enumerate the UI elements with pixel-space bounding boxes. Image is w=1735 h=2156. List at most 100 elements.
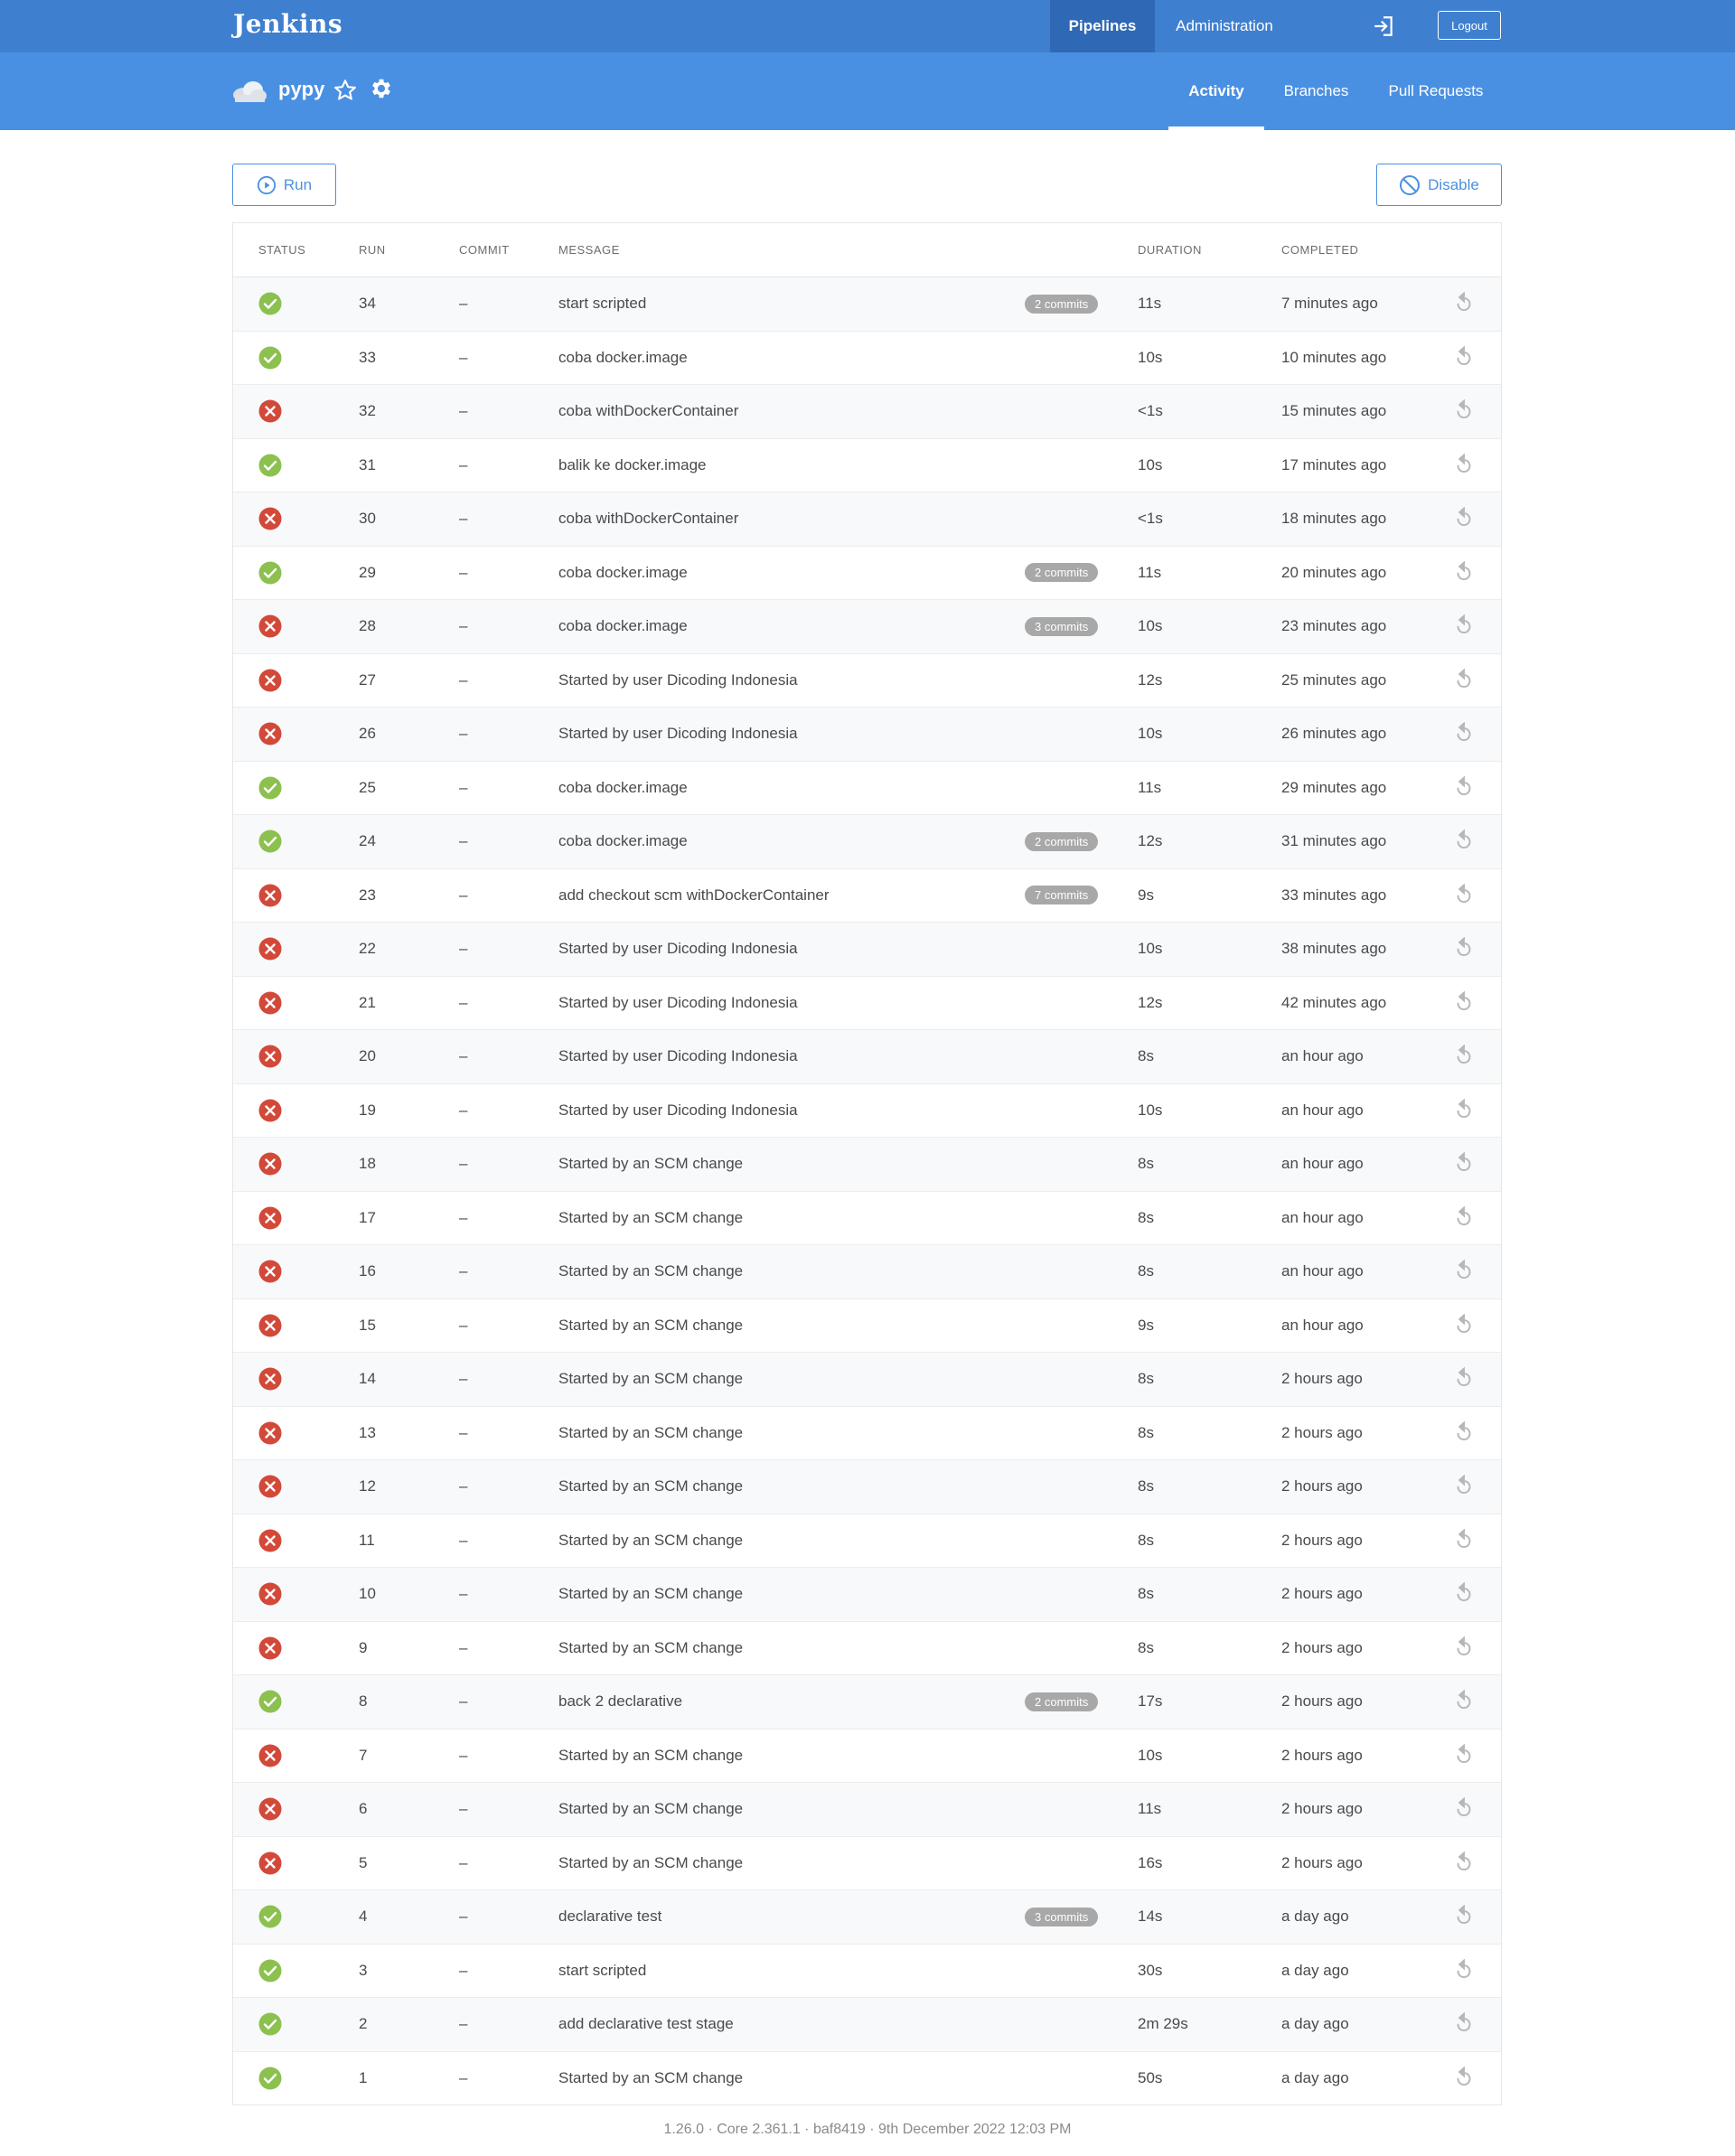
replay-icon[interactable] xyxy=(1452,1945,1476,1998)
replay-icon[interactable] xyxy=(1452,1299,1476,1353)
table-row[interactable]: 3 – start scripted 30s a day ago xyxy=(233,1944,1501,1998)
success-check-icon xyxy=(258,277,283,331)
table-row[interactable]: 9 – Started by an SCM change 8s 2 hours ago xyxy=(233,1621,1501,1675)
replay-icon[interactable] xyxy=(1452,1460,1476,1514)
replay-icon[interactable] xyxy=(1452,600,1476,653)
table-row[interactable]: 14 – Started by an SCM change 8s 2 hours ago xyxy=(233,1353,1501,1407)
replay-icon[interactable] xyxy=(1452,815,1476,868)
table-row[interactable]: 13 – Started by an SCM change 8s 2 hours ago xyxy=(233,1406,1501,1460)
replay-icon[interactable] xyxy=(1452,1675,1476,1729)
table-row[interactable]: 18 – Started by an SCM change 8s an hour ago xyxy=(233,1138,1501,1192)
replay-icon[interactable] xyxy=(1452,1514,1476,1568)
replay-icon[interactable] xyxy=(1452,977,1476,1030)
replay-icon[interactable] xyxy=(1452,1084,1476,1138)
replay-icon[interactable] xyxy=(1452,1245,1476,1298)
run-number: 28 xyxy=(359,617,376,635)
weather-cloudy-icon xyxy=(233,81,267,102)
run-number: 1 xyxy=(359,2068,368,2086)
replay-icon[interactable] xyxy=(1452,1837,1476,1890)
replay-icon[interactable] xyxy=(1452,332,1476,385)
logout-button[interactable]: Logout xyxy=(1438,11,1501,40)
disable-button[interactable]: Disable xyxy=(1376,164,1502,206)
replay-icon[interactable] xyxy=(1452,1568,1476,1621)
run-duration: 9s xyxy=(1138,1316,1154,1334)
table-row[interactable]: 17 – Started by an SCM change 8s an hour ago xyxy=(233,1191,1501,1245)
table-row[interactable]: 26 – Started by user Dicoding Indonesia 10s… xyxy=(233,708,1501,762)
replay-icon[interactable] xyxy=(1452,1192,1476,1245)
tab-branches[interactable]: Branches xyxy=(1265,52,1367,130)
commit-id: – xyxy=(459,1961,468,1979)
replay-icon[interactable] xyxy=(1452,708,1476,761)
run-completed: 15 minutes ago xyxy=(1281,402,1387,420)
run-completed: 33 minutes ago xyxy=(1281,886,1387,904)
run-message: coba withDockerContainer xyxy=(558,510,739,528)
run-completed: a day ago xyxy=(1281,2068,1349,2086)
nav-administration[interactable]: Administration xyxy=(1157,0,1292,52)
pipeline-name[interactable]: pypy xyxy=(278,78,324,101)
success-check-icon xyxy=(258,332,283,385)
replay-icon[interactable] xyxy=(1452,1353,1476,1406)
replay-icon[interactable] xyxy=(1452,1890,1476,1944)
replay-icon[interactable] xyxy=(1452,1998,1476,2051)
table-row[interactable]: 28 – coba docker.image 3 commits 10s 23 minut… xyxy=(233,600,1501,654)
run-number: 29 xyxy=(359,563,376,581)
table-row[interactable]: 12 – Started by an SCM change 8s 2 hours ago xyxy=(233,1460,1501,1514)
table-row[interactable]: 2 – add declarative test stage 2m 29s a day … xyxy=(233,1998,1501,2052)
table-row[interactable]: 5 – Started by an SCM change 16s 2 hours ago xyxy=(233,1836,1501,1890)
tab-pull-requests[interactable]: Pull Requests xyxy=(1368,52,1504,130)
success-check-icon xyxy=(258,547,283,600)
replay-icon[interactable] xyxy=(1452,1622,1476,1675)
table-row[interactable]: 25 – coba docker.image 11s 29 minutes ago xyxy=(233,761,1501,815)
success-check-icon xyxy=(258,439,283,492)
replay-icon[interactable] xyxy=(1452,1783,1476,1836)
table-row[interactable]: 29 – coba docker.image 2 commits 11s 20 minut… xyxy=(233,546,1501,600)
table-row[interactable]: 24 – coba docker.image 2 commits 12s 31 minut… xyxy=(233,815,1501,869)
run-button[interactable]: Run xyxy=(232,164,336,206)
table-row[interactable]: 34 – start scripted 2 commits 11s 7 minutes a… xyxy=(233,277,1501,332)
table-row[interactable]: 4 – declarative test 3 commits 14s a day ago xyxy=(233,1890,1501,1945)
replay-icon[interactable] xyxy=(1452,1729,1476,1783)
replay-icon[interactable] xyxy=(1452,654,1476,708)
replay-icon[interactable] xyxy=(1452,923,1476,976)
replay-icon[interactable] xyxy=(1452,869,1476,923)
replay-icon[interactable] xyxy=(1452,547,1476,600)
nav-pipelines[interactable]: Pipelines xyxy=(1050,0,1155,52)
commit-id: – xyxy=(459,725,468,743)
table-row[interactable]: 16 – Started by an SCM change 8s an hour ago xyxy=(233,1245,1501,1299)
run-completed: 10 minutes ago xyxy=(1281,348,1387,366)
table-row[interactable]: 1 – Started by an SCM change 50s a day ago xyxy=(233,2051,1501,2105)
exit-to-app-icon[interactable] xyxy=(1372,14,1395,38)
replay-icon[interactable] xyxy=(1452,1138,1476,1191)
replay-icon[interactable] xyxy=(1452,1030,1476,1083)
replay-icon[interactable] xyxy=(1452,2052,1476,2105)
run-duration: 10s xyxy=(1138,725,1163,743)
table-row[interactable]: 11 – Started by an SCM change 8s 2 hours ago xyxy=(233,1514,1501,1568)
commits-badge-cell: 2 commits xyxy=(1025,277,1099,331)
table-row[interactable]: 32 – coba withDockerContainer <1s 15 minutes… xyxy=(233,385,1501,439)
table-row[interactable]: 21 – Started by user Dicoding Indonesia 12s… xyxy=(233,976,1501,1030)
table-row[interactable]: 20 – Started by user Dicoding Indonesia 8s a… xyxy=(233,1030,1501,1084)
table-row[interactable]: 27 – Started by user Dicoding Indonesia 12s… xyxy=(233,653,1501,708)
favorite-star-icon[interactable] xyxy=(333,78,358,103)
replay-icon[interactable] xyxy=(1452,439,1476,492)
table-row[interactable]: 23 – add checkout scm withDockerContainer 7… xyxy=(233,868,1501,923)
table-row[interactable]: 15 – Started by an SCM change 9s an hour ago xyxy=(233,1298,1501,1353)
replay-icon[interactable] xyxy=(1452,385,1476,438)
jenkins-logo[interactable]: Jenkins xyxy=(233,9,342,39)
table-row[interactable]: 19 – Started by user Dicoding Indonesia 10s… xyxy=(233,1083,1501,1138)
table-row[interactable]: 7 – Started by an SCM change 10s 2 hours ago xyxy=(233,1729,1501,1783)
replay-icon[interactable] xyxy=(1452,277,1476,331)
table-row[interactable]: 31 – balik ke docker.image 10s 17 minutes ag… xyxy=(233,438,1501,492)
play-icon xyxy=(257,175,276,194)
replay-icon[interactable] xyxy=(1452,492,1476,546)
table-row[interactable]: 22 – Started by user Dicoding Indonesia 10s… xyxy=(233,923,1501,977)
table-row[interactable]: 6 – Started by an SCM change 11s 2 hours ago xyxy=(233,1783,1501,1837)
table-row[interactable]: 33 – coba docker.image 10s 10 minutes ago xyxy=(233,331,1501,385)
table-row[interactable]: 8 – back 2 declarative 2 commits 17s 2 hours … xyxy=(233,1675,1501,1729)
replay-icon[interactable] xyxy=(1452,762,1476,815)
table-row[interactable]: 30 – coba withDockerContainer <1s 18 minutes… xyxy=(233,492,1501,547)
replay-icon[interactable] xyxy=(1452,1407,1476,1460)
gear-icon[interactable] xyxy=(369,76,394,101)
table-row[interactable]: 10 – Started by an SCM change 8s 2 hours ago xyxy=(233,1568,1501,1622)
tab-activity[interactable]: Activity xyxy=(1168,52,1264,130)
